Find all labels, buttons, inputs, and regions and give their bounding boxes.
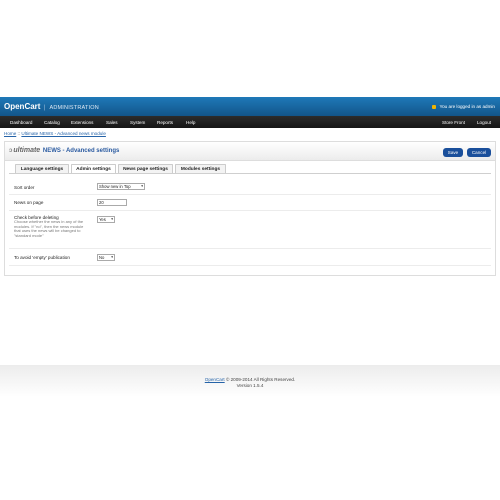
form-row-check-deleting: Check before deleting Choose whether the… — [9, 211, 491, 249]
news-on-page-input[interactable]: 20 — [97, 199, 127, 206]
opencart-logo[interactable]: OpenCart | ADMINISTRATION — [4, 102, 99, 111]
logged-in-status: You are logged in as admin — [432, 104, 495, 109]
admin-header: OpenCart | ADMINISTRATION You are logged… — [0, 97, 500, 116]
menu-item-catalog[interactable]: Catalog — [44, 120, 60, 125]
dropdown-arrow-icon: ▾ — [141, 184, 143, 188]
sort-order-label: Sort order — [14, 185, 35, 190]
avoid-empty-select[interactable]: No ▾ — [97, 254, 115, 261]
news-on-page-label: News on page — [14, 200, 44, 205]
menu-item-dashboard[interactable]: Dashboard — [10, 120, 32, 125]
footer-copyright: © 2009-2014 All Rights Reserved. — [225, 377, 296, 382]
admin-subtitle: ADMINISTRATION — [49, 105, 99, 111]
page-footer: OpenCart © 2009-2014 All Rights Reserved… — [0, 377, 500, 389]
lock-icon — [432, 104, 437, 109]
cancel-button[interactable]: Cancel — [467, 148, 491, 157]
breadcrumb-current[interactable]: Ultimate NEWS - Advanced news module — [21, 131, 106, 136]
sort-order-value: Show new in Top — [99, 184, 131, 189]
menu-item-logout[interactable]: Logout — [477, 120, 491, 125]
menu-item-extensions[interactable]: Extensions — [71, 120, 93, 125]
check-deleting-help: Choose whether the news in any of the mo… — [14, 219, 84, 238]
menu-item-system[interactable]: System — [130, 120, 145, 125]
menu-item-store-front[interactable]: Store Front — [442, 120, 465, 125]
logged-in-text: You are logged in as admin — [439, 104, 495, 109]
menu-item-sales[interactable]: Sales — [106, 120, 118, 125]
breadcrumb-home[interactable]: Home — [4, 131, 16, 136]
check-deleting-value: Yes — [99, 217, 106, 222]
panel-header: ↄultimate NEWS - Advanced settings Save … — [5, 142, 495, 161]
breadcrumb-divider: :: — [17, 131, 21, 136]
avoid-empty-label: To avoid 'empty' publication — [14, 255, 70, 260]
main-menu: Dashboard Catalog Extensions Sales Syste… — [0, 116, 500, 128]
menu-item-reports[interactable]: Reports — [157, 120, 173, 125]
ultimate-logo-icon: ↄ — [9, 148, 13, 154]
panel-title-text: NEWS - Advanced settings — [42, 148, 120, 154]
brand-name: OpenCart — [4, 102, 41, 111]
avoid-empty-value: No — [99, 255, 105, 260]
menu-item-help[interactable]: Help — [186, 120, 195, 125]
dropdown-arrow-icon: ▾ — [111, 255, 113, 259]
brand-separator: | — [43, 105, 46, 111]
tab-divider — [9, 173, 491, 174]
footer-version: Version 1.5.4 — [236, 383, 264, 388]
footer-opencart-link[interactable]: OpenCart — [205, 377, 225, 382]
top-blank-area — [0, 0, 500, 97]
save-button[interactable]: Save — [443, 148, 463, 157]
sort-order-select[interactable]: Show new in Top ▾ — [97, 183, 145, 190]
check-deleting-select[interactable]: Yes ▾ — [97, 216, 115, 223]
breadcrumb: Home :: Ultimate NEWS - Advanced news mo… — [4, 131, 106, 136]
panel-title: ↄultimate NEWS - Advanced settings — [9, 147, 119, 154]
form-row-sort-order: Sort order Show new in Top ▾ — [9, 175, 491, 195]
settings-panel: ↄultimate NEWS - Advanced settings Save … — [4, 141, 496, 276]
ultimate-brand: ultimate — [13, 147, 41, 154]
form-row-avoid-empty: To avoid 'empty' publication No ▾ — [9, 249, 491, 266]
dropdown-arrow-icon: ▾ — [111, 217, 113, 221]
form-row-news-on-page: News on page 20 — [9, 195, 491, 211]
